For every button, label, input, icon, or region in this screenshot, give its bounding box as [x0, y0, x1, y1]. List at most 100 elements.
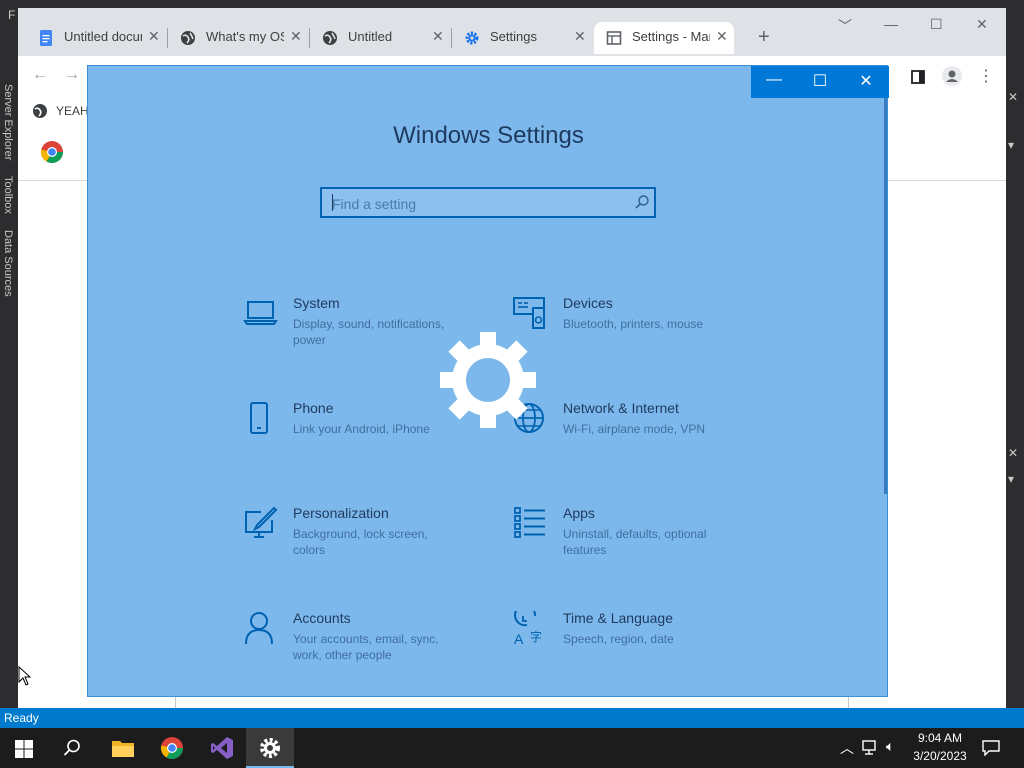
more-menu-icon[interactable]: ⋮: [978, 66, 994, 86]
bookmark-item[interactable]: YEAH: [56, 104, 89, 118]
settings-taskbar-button[interactable]: [246, 728, 294, 768]
setting-name: System: [293, 295, 340, 311]
vs-left-tool-strip: Server Explorer Toolbox Data Sources: [0, 60, 18, 708]
setting-name: Apps: [563, 505, 595, 521]
close-icon[interactable]: ✕: [716, 28, 728, 45]
chrome-logo-icon: [160, 737, 183, 759]
setting-network[interactable]: Network & Internet Wi-Fi, airplane mode,…: [513, 400, 743, 471]
chevron-down-icon[interactable]: ▾: [1008, 472, 1014, 486]
minimize-icon[interactable]: —: [884, 16, 898, 32]
vs-status-bar: Ready: [0, 708, 1024, 728]
setting-name: Phone: [293, 400, 334, 416]
chrome-tab-settings[interactable]: Settings ✕: [452, 22, 592, 54]
chevron-down-icon[interactable]: ▾: [1008, 138, 1014, 152]
visual-studio-icon: [211, 737, 233, 759]
tab-title: What's my OS: [206, 29, 284, 44]
setting-personalization[interactable]: Personalization Background, lock screen,…: [243, 505, 473, 576]
gear-icon: [465, 31, 479, 45]
maximize-button[interactable]: ☐: [797, 71, 843, 93]
file-explorer-button[interactable]: [98, 728, 146, 768]
chevron-down-icon[interactable]: ﹀: [838, 16, 852, 36]
close-icon[interactable]: ✕: [148, 28, 160, 45]
globe-icon: [181, 31, 195, 45]
close-icon[interactable]: ✕: [574, 28, 586, 45]
search-icon[interactable]: [634, 194, 650, 210]
setting-name: Personalization: [293, 505, 389, 521]
server-explorer-tab[interactable]: Server Explorer: [2, 84, 14, 160]
tab-title: Untitled: [348, 29, 393, 44]
toolbox-tab[interactable]: Toolbox: [2, 176, 14, 214]
person-icon: [245, 612, 273, 645]
chrome-tab-docs[interactable]: Untitled docum ✕: [26, 22, 166, 54]
text-cursor: [332, 194, 333, 211]
close-button[interactable]: ✕: [843, 71, 889, 93]
side-panel-icon[interactable]: [911, 70, 925, 84]
time-language-icon: A字: [514, 611, 542, 647]
loading-gear-icon: [440, 332, 536, 428]
gear-icon: [260, 738, 280, 758]
tab-title: Untitled docum: [64, 29, 142, 44]
mouse-cursor-icon: [18, 666, 32, 686]
setting-apps[interactable]: Apps Uninstall, defaults, optional featu…: [513, 505, 743, 576]
setting-description: Background, lock screen, colors: [293, 527, 428, 557]
chrome-tab-whats-my-os[interactable]: What's my OS ✕: [168, 22, 308, 54]
start-button[interactable]: [0, 728, 48, 768]
network-icon[interactable]: [862, 740, 880, 756]
new-tab-button[interactable]: +: [758, 26, 770, 49]
search-icon: [63, 739, 80, 756]
maximize-icon[interactable]: ☐: [930, 16, 943, 33]
google-docs-icon: [40, 30, 52, 46]
globe-icon: [33, 104, 47, 118]
chrome-tab-strip: Untitled docum ✕ What's my OS ✕ Untitled…: [18, 8, 1006, 56]
close-icon[interactable]: ✕: [290, 28, 302, 45]
setting-description: Your accounts, email, sync, work, other …: [293, 632, 439, 662]
visual-studio-button[interactable]: [198, 728, 246, 768]
setting-devices[interactable]: Devices Bluetooth, printers, mouse: [513, 295, 743, 366]
search-input[interactable]: [322, 189, 634, 218]
forward-arrow-icon[interactable]: →: [64, 66, 80, 84]
scrollbar[interactable]: [884, 98, 887, 494]
data-sources-tab[interactable]: Data Sources: [2, 230, 14, 297]
vs-menu-file[interactable]: F: [8, 8, 15, 22]
status-text: Ready: [4, 711, 39, 725]
close-icon[interactable]: ✕: [1008, 90, 1018, 104]
search-button[interactable]: [48, 728, 96, 768]
apps-list-icon: [514, 507, 545, 538]
vs-right-tool-strip: [1006, 60, 1024, 708]
taskbar: ︿ 🔈︎ 9:04 AM 3/20/2023: [0, 728, 1024, 768]
speaker-icon[interactable]: 🔈︎: [886, 738, 894, 755]
setting-description: Wi-Fi, airplane mode, VPN: [563, 422, 706, 436]
chrome-tab-untitled[interactable]: Untitled ✕: [310, 22, 450, 54]
chrome-tab-settings-active[interactable]: Settings - Mar ✕: [594, 22, 734, 54]
globe-icon: [323, 31, 337, 45]
setting-name: Network & Internet: [563, 400, 679, 416]
profile-icon[interactable]: [942, 66, 962, 86]
chrome-taskbar-button[interactable]: [148, 728, 196, 768]
clock-time[interactable]: 9:04 AM: [910, 731, 970, 745]
chevron-up-icon[interactable]: ︿: [840, 738, 854, 758]
close-icon[interactable]: ✕: [1008, 446, 1018, 460]
devices-icon: [513, 297, 545, 329]
settings-window: — ☐ ✕ Windows Settings System Display, s…: [87, 65, 889, 697]
back-arrow-icon[interactable]: ←: [32, 66, 48, 84]
page-icon: [606, 31, 622, 45]
settings-title-controls: — ☐ ✕: [751, 66, 889, 98]
tab-title: Settings: [490, 29, 537, 44]
setting-description: Bluetooth, printers, mouse: [563, 317, 704, 331]
phone-icon: [250, 402, 268, 434]
minimize-button[interactable]: —: [751, 71, 797, 93]
chrome-logo-icon: [40, 141, 63, 163]
setting-name: Time & Language: [563, 610, 673, 626]
page-title: Windows Settings: [393, 122, 584, 149]
setting-accounts[interactable]: Accounts Your accounts, email, sync, wor…: [243, 610, 473, 681]
windows-logo-icon: [15, 740, 33, 758]
close-icon[interactable]: ✕: [432, 28, 444, 45]
notification-icon[interactable]: [982, 740, 1000, 756]
paint-icon: [245, 506, 278, 538]
setting-description: Uninstall, defaults, optional features: [563, 527, 707, 557]
setting-name: Accounts: [293, 610, 351, 626]
clock-date[interactable]: 3/20/2023: [906, 749, 974, 763]
setting-time-language[interactable]: A字 Time & Language Speech, region, date: [513, 610, 743, 681]
close-icon[interactable]: ✕: [976, 16, 988, 33]
search-box[interactable]: [320, 187, 656, 218]
